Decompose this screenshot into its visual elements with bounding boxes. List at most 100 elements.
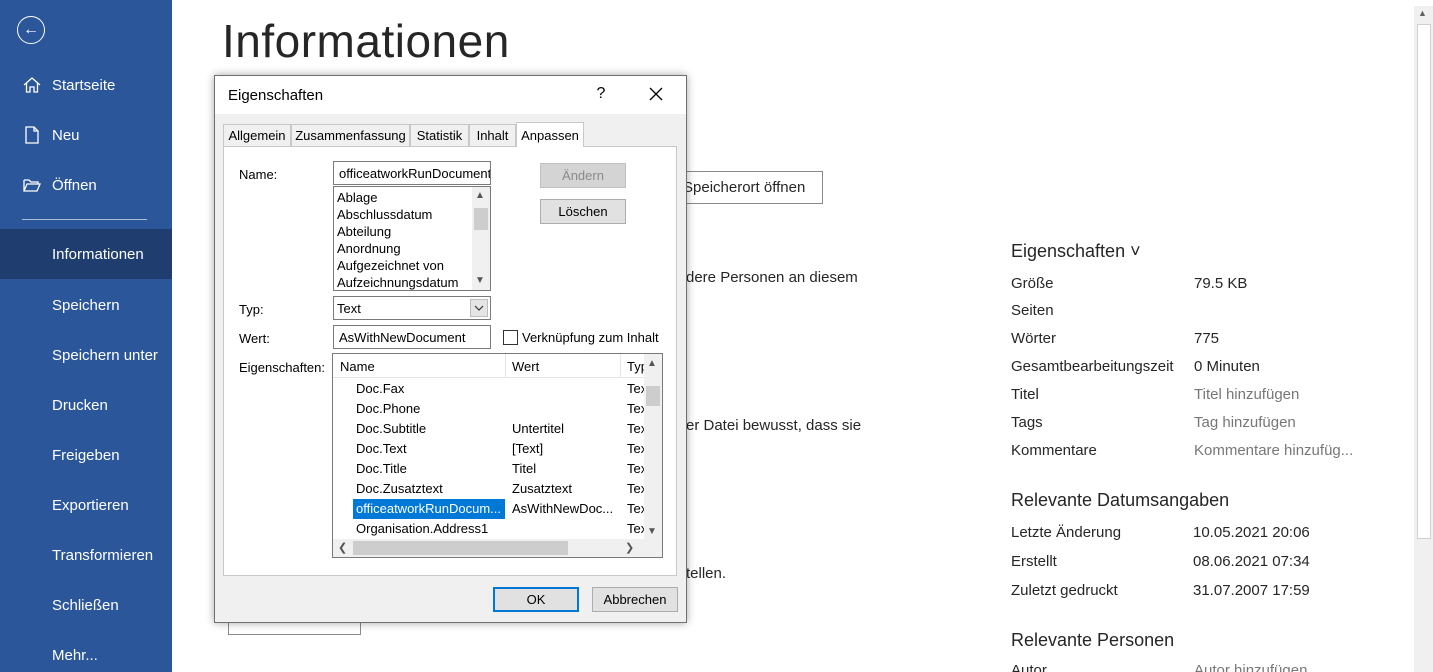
grid-cell-name[interactable]: Doc.Phone [356, 401, 502, 416]
list-item[interactable]: Anordnung [337, 241, 401, 256]
sidebar-item-neu[interactable]: Neu [0, 110, 172, 160]
value-input[interactable]: AsWithNewDocument [333, 325, 491, 349]
grid-cell-type[interactable]: Text [627, 381, 645, 396]
sidebar-item-label: Neu [52, 126, 80, 144]
sidebar-item-informationen[interactable]: Informationen [0, 229, 172, 279]
new-document-icon [22, 125, 42, 145]
grid-cell-value[interactable]: [Text] [512, 441, 617, 456]
sidebar-item-label: Schließen [52, 596, 119, 614]
add-comment-field[interactable]: Kommentare hinzufüg... [1194, 442, 1353, 459]
scroll-thumb[interactable] [353, 541, 568, 555]
type-select[interactable]: Text [333, 296, 491, 320]
sidebar-item-drucken[interactable]: Drucken [0, 380, 172, 430]
tab-inhalt[interactable]: Inhalt [469, 124, 516, 146]
grid-cell-name[interactable]: Doc.Fax [356, 381, 502, 396]
chevron-up-icon[interactable]: ▲ [475, 190, 485, 201]
column-header-type[interactable]: Typ [627, 359, 645, 374]
custom-properties-grid[interactable]: Name Wert Typ Doc.Fax Text Doc.Phone Text Do… [332, 353, 663, 558]
grid-cell-name[interactable]: officeatworkRunDocum... [356, 501, 502, 516]
grid-cell-name[interactable]: Doc.Title [356, 461, 502, 476]
chevron-left-icon[interactable]: ❮ [338, 541, 347, 554]
scroll-thumb[interactable] [646, 386, 660, 406]
column-header-value[interactable]: Wert [512, 359, 539, 374]
dialog-titlebar[interactable]: Eigenschaften ? [215, 76, 686, 114]
column-divider[interactable] [505, 354, 506, 378]
sidebar-item-label: Exportieren [52, 496, 129, 514]
properties-dialog: Eigenschaften ? Allgemein Zusammenfassun… [214, 75, 687, 623]
name-suggestions-list[interactable]: Ablage Abschlussdatum Abteilung Anordnun… [333, 186, 491, 291]
grid-cell-type[interactable]: Text [627, 481, 645, 496]
sidebar-item-speichern[interactable]: Speichern [0, 280, 172, 330]
sidebar-item-startseite[interactable]: Startseite [0, 60, 172, 110]
modify-button[interactable]: Ändern [540, 163, 626, 188]
column-divider[interactable] [620, 354, 621, 378]
cancel-button[interactable]: Abbrechen [592, 587, 678, 612]
grid-cell-value[interactable]: Zusatztext [512, 481, 617, 496]
tab-allgemein[interactable]: Allgemein [223, 124, 291, 146]
grid-cell-name[interactable]: Organisation.Address1 [356, 521, 502, 536]
list-item[interactable]: Aufgezeichnet von [337, 258, 444, 273]
scroll-thumb[interactable] [1417, 24, 1431, 539]
grid-cell-value[interactable]: Untertitel [512, 421, 617, 436]
column-header-name[interactable]: Name [340, 359, 375, 374]
grid-cell-type[interactable]: Text [627, 401, 645, 416]
people-heading: Relevante Personen [1011, 630, 1175, 650]
scroll-up-arrow-icon[interactable]: ▲ [1418, 8, 1427, 18]
grid-cell-value[interactable]: AsWithNewDoc... [512, 501, 617, 516]
list-item[interactable]: Ablage [337, 190, 377, 205]
properties-heading[interactable]: Eigenschaften ˅ [1011, 241, 1141, 262]
sidebar-item-schliessen[interactable]: Schließen [0, 580, 172, 630]
grid-cell-name[interactable]: Doc.Text [356, 441, 502, 456]
chevron-right-icon[interactable]: ❯ [625, 541, 634, 554]
add-title-field[interactable]: Titel hinzufügen [1194, 386, 1299, 403]
sidebar-item-oeffnen[interactable]: Öffnen [0, 160, 172, 210]
tab-statistik[interactable]: Statistik [410, 124, 469, 146]
open-location-button[interactable]: Speicherort öffnen [672, 171, 823, 204]
name-list-scrollbar[interactable]: ▲ ▼ [472, 187, 490, 290]
chevron-up-icon[interactable]: ▲ [647, 358, 657, 369]
value-label: Wert: [239, 331, 270, 346]
grid-cell-name[interactable]: Doc.Subtitle [356, 421, 502, 436]
properties-label: Eigenschaften: [239, 360, 326, 375]
add-author-field[interactable]: Autor hinzufügen [1194, 662, 1307, 672]
add-tag-field[interactable]: Tag hinzufügen [1194, 414, 1296, 431]
page-scrollbar[interactable]: ▲ [1414, 6, 1433, 672]
delete-button[interactable]: Löschen [540, 199, 626, 224]
sidebar-item-label: Drucken [52, 396, 108, 414]
sidebar-item-transformieren[interactable]: Transformieren [0, 530, 172, 580]
sidebar-item-exportieren[interactable]: Exportieren [0, 480, 172, 530]
grid-cell-type[interactable]: Text [627, 421, 645, 436]
grid-cell-type[interactable]: Text [627, 501, 645, 516]
grid-cell-name[interactable]: Doc.Zusatztext [356, 481, 502, 496]
folder-open-icon [22, 175, 42, 195]
grid-vertical-scrollbar[interactable]: ▲ ▼ [644, 354, 662, 541]
grid-cell-type[interactable]: Text [627, 461, 645, 476]
tab-zusammenfassung[interactable]: Zusammenfassung [291, 124, 410, 146]
grid-cell-type[interactable]: Text [627, 521, 645, 536]
close-icon[interactable] [645, 83, 667, 105]
chevron-down-icon[interactable]: ▼ [647, 526, 657, 537]
list-item[interactable]: Abteilung [337, 224, 391, 239]
ok-button[interactable]: OK [493, 587, 579, 612]
sidebar-item-mehr[interactable]: Mehr... [0, 630, 172, 672]
prop-value: 775 [1194, 330, 1220, 347]
list-item[interactable]: Aufzeichnungsdatum [337, 275, 458, 290]
help-button[interactable]: ? [594, 85, 608, 103]
prop-label: Größe [1011, 275, 1054, 292]
grid-cell-type[interactable]: Text [627, 441, 645, 456]
list-item[interactable]: Abschlussdatum [337, 207, 432, 222]
date-value: 31.07.2007 17:59 [1193, 582, 1310, 599]
scroll-thumb[interactable] [474, 208, 488, 230]
sidebar-item-freigeben[interactable]: Freigeben [0, 430, 172, 480]
back-arrow-icon[interactable]: ← [17, 16, 45, 44]
name-input[interactable]: officeatworkRunDocument [333, 161, 491, 185]
dialog-title: Eigenschaften [228, 87, 324, 104]
grid-horizontal-scrollbar[interactable]: ❮ ❯ [333, 539, 645, 557]
link-to-content-checkbox[interactable] [503, 330, 518, 345]
chevron-down-icon[interactable] [470, 299, 488, 317]
prop-value: 79.5 KB [1194, 275, 1248, 292]
grid-cell-value[interactable]: Titel [512, 461, 617, 476]
sidebar-item-speichern-unter[interactable]: Speichern unter [0, 330, 172, 380]
chevron-down-icon[interactable]: ▼ [475, 275, 485, 286]
tab-anpassen[interactable]: Anpassen [516, 122, 584, 147]
